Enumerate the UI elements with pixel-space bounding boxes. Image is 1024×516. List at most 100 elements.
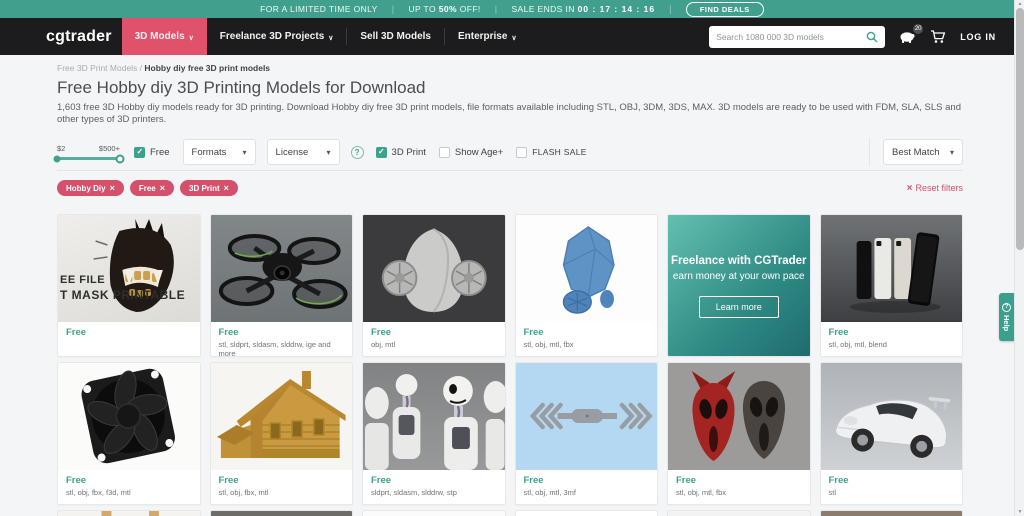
model-card-blue-respirator[interactable]: Free stl, obj, mtl, fbx	[515, 214, 659, 357]
nav-item-freelance[interactable]: Freelance 3D Projects	[207, 18, 347, 55]
card-price: Free	[676, 475, 802, 486]
model-card-oni-mask[interactable]: EE FILE T MASK PRINTABLE Free	[57, 214, 201, 357]
card-formats: sldprt, sldasm, slddrw, stp	[371, 488, 497, 497]
show-age-checkbox[interactable]	[439, 147, 450, 158]
card-formats: stl, sldprt, sldasm, slddrw, ige and mor…	[219, 340, 345, 357]
model-card-partial[interactable]	[57, 510, 201, 516]
model-card-sports-car[interactable]: Free stl	[820, 362, 964, 505]
search-icon[interactable]	[866, 31, 878, 43]
model-thumbnail	[363, 363, 505, 470]
sort-dropdown[interactable]: Best Match	[883, 139, 963, 165]
model-thumbnail	[58, 363, 200, 470]
learn-more-button[interactable]: Learn more	[699, 296, 779, 318]
breadcrumb: Free 3D Print Models / Hobby diy free 3D…	[57, 63, 963, 73]
nav-item-label: Sell 3D Models	[360, 31, 431, 42]
filter-tag-free[interactable]: Free	[130, 180, 174, 196]
search-input[interactable]	[716, 32, 866, 42]
page-description: 1,603 free 3D Hobby diy models ready for…	[57, 102, 962, 125]
find-deals-button[interactable]: FIND DEALS	[686, 2, 764, 17]
banner-sale-ends-label: SALE ENDS IN	[511, 4, 574, 14]
slider-track[interactable]	[57, 157, 120, 160]
scroll-up-icon[interactable]: ▲	[1015, 1, 1024, 7]
free-checkbox[interactable]	[134, 147, 145, 158]
model-card-fan[interactable]: Free stl, obj, fbx, f3d, mtl	[57, 362, 201, 505]
card-price: Free	[371, 475, 497, 486]
license-dropdown[interactable]: License	[267, 139, 340, 165]
freelance-promo-card[interactable]: Freelance with CGTrader earn money at yo…	[667, 214, 811, 357]
price-range-slider[interactable]: $2 $500+	[57, 144, 120, 160]
card-footer: Free obj, mtl	[363, 322, 505, 354]
card-footer: Free sldprt, sldasm, slddrw, stp	[363, 470, 505, 502]
flash-sale-checkbox[interactable]	[516, 147, 527, 158]
login-button[interactable]: LOG IN	[960, 32, 996, 42]
sale-banner: FOR A LIMITED TIME ONLY | UP TO 50% OFF!…	[0, 0, 1024, 18]
cart-icon[interactable]	[930, 30, 946, 44]
chevron-down-icon	[189, 31, 194, 42]
nav-right-section: 20 LOG IN	[709, 18, 996, 55]
model-thumbnail	[821, 363, 963, 470]
overlay-line-2: T MASK PRINTABLE	[60, 288, 185, 303]
filter-tag-hobby-diy[interactable]: Hobby Diy	[57, 180, 124, 196]
card-price: Free	[66, 327, 192, 338]
breadcrumb-parent-link[interactable]: Free 3D Print Models	[57, 63, 137, 73]
model-card-wooden-house[interactable]: Free stl, obj, fbx, mtl	[210, 362, 354, 505]
card-footer: Free stl, obj, fbx, mtl	[211, 470, 353, 502]
page-title: Free Hobby diy 3D Printing Models for Do…	[57, 78, 963, 98]
model-card-phones[interactable]: Free stl, obj, mtl, blend	[820, 214, 964, 357]
card-footer: Free stl, obj, mtl, 3mf	[516, 470, 658, 502]
remove-tag-icon[interactable]	[110, 183, 115, 193]
model-card-ear-saver[interactable]: Free stl, obj, mtl, 3mf	[515, 362, 659, 505]
nav-item-3d-models[interactable]: 3D Models	[122, 18, 207, 55]
model-card-partial[interactable]	[820, 510, 964, 516]
model-card-robots[interactable]: Free sldprt, sldasm, slddrw, stp	[362, 362, 506, 505]
chevron-down-icon	[950, 147, 954, 158]
card-price: Free	[829, 327, 955, 338]
model-card-scream-masks[interactable]: Free stl, obj, mtl, fbx	[667, 362, 811, 505]
promo-title: Freelance with CGTrader	[671, 255, 807, 267]
model-card-partial[interactable]	[210, 510, 354, 516]
flash-sale-checkbox-group[interactable]: FLASH SALE	[516, 147, 587, 158]
3d-print-checkbox-group[interactable]: 3D Print	[376, 147, 426, 158]
show-age-checkbox-group[interactable]: Show Age+	[439, 147, 503, 158]
free-checkbox-group[interactable]: Free	[134, 147, 170, 158]
credits-piggy-bank-icon[interactable]: 20	[899, 30, 916, 43]
scrollbar-thumb[interactable]	[1016, 8, 1024, 250]
formats-dropdown[interactable]: Formats	[183, 139, 256, 165]
credits-badge: 20	[913, 24, 923, 34]
card-formats: stl, obj, mtl, 3mf	[524, 488, 650, 497]
banner-discount-text: UP TO 50% OFF!	[408, 4, 480, 14]
3d-print-checkbox[interactable]	[376, 147, 387, 158]
main-navbar: cgtrader 3D Models Freelance 3D Projects…	[0, 18, 1024, 55]
chevron-down-icon	[243, 147, 247, 158]
banner-discount-value: 50%	[439, 4, 457, 14]
model-card-drone[interactable]: Free stl, sldprt, sldasm, slddrw, ige an…	[210, 214, 354, 357]
card-price: Free	[524, 327, 650, 338]
slider-handle-max[interactable]	[116, 154, 125, 163]
price-max-label: $500+	[99, 144, 120, 153]
page-scrollbar[interactable]: ▲ ▼	[1014, 0, 1024, 516]
help-tab[interactable]: ? Help	[999, 293, 1014, 341]
remove-tag-icon[interactable]	[160, 183, 165, 193]
model-card-partial[interactable]	[667, 510, 811, 516]
model-card-respirator[interactable]: Free obj, mtl	[362, 214, 506, 357]
banner-limited-text: FOR A LIMITED TIME ONLY	[260, 4, 378, 14]
cgtrader-logo[interactable]: cgtrader	[46, 28, 112, 46]
filter-tag-3d-print[interactable]: 3D Print	[180, 180, 238, 196]
model-thumbnail	[516, 363, 658, 470]
help-question-icon: ?	[1002, 303, 1011, 312]
model-card-partial[interactable]	[515, 510, 659, 516]
reset-filters-button[interactable]: Reset filters	[907, 183, 963, 194]
card-price: Free	[829, 475, 955, 486]
model-card-partial[interactable]	[362, 510, 506, 516]
license-help-icon[interactable]: ?	[351, 146, 364, 159]
slider-handle-min[interactable]	[54, 155, 61, 162]
scroll-down-icon[interactable]: ▼	[1015, 509, 1024, 515]
nav-item-enterprise[interactable]: Enterprise	[445, 18, 530, 55]
remove-tag-icon[interactable]	[224, 183, 229, 193]
nav-item-sell[interactable]: Sell 3D Models	[347, 18, 444, 55]
model-thumbnail	[516, 215, 658, 322]
model-thumbnail	[211, 511, 353, 516]
filter-tag-label: 3D Print	[189, 184, 220, 193]
countdown-timer: 00 : 17 : 14 : 16	[578, 4, 655, 14]
license-dropdown-label: License	[276, 147, 309, 158]
